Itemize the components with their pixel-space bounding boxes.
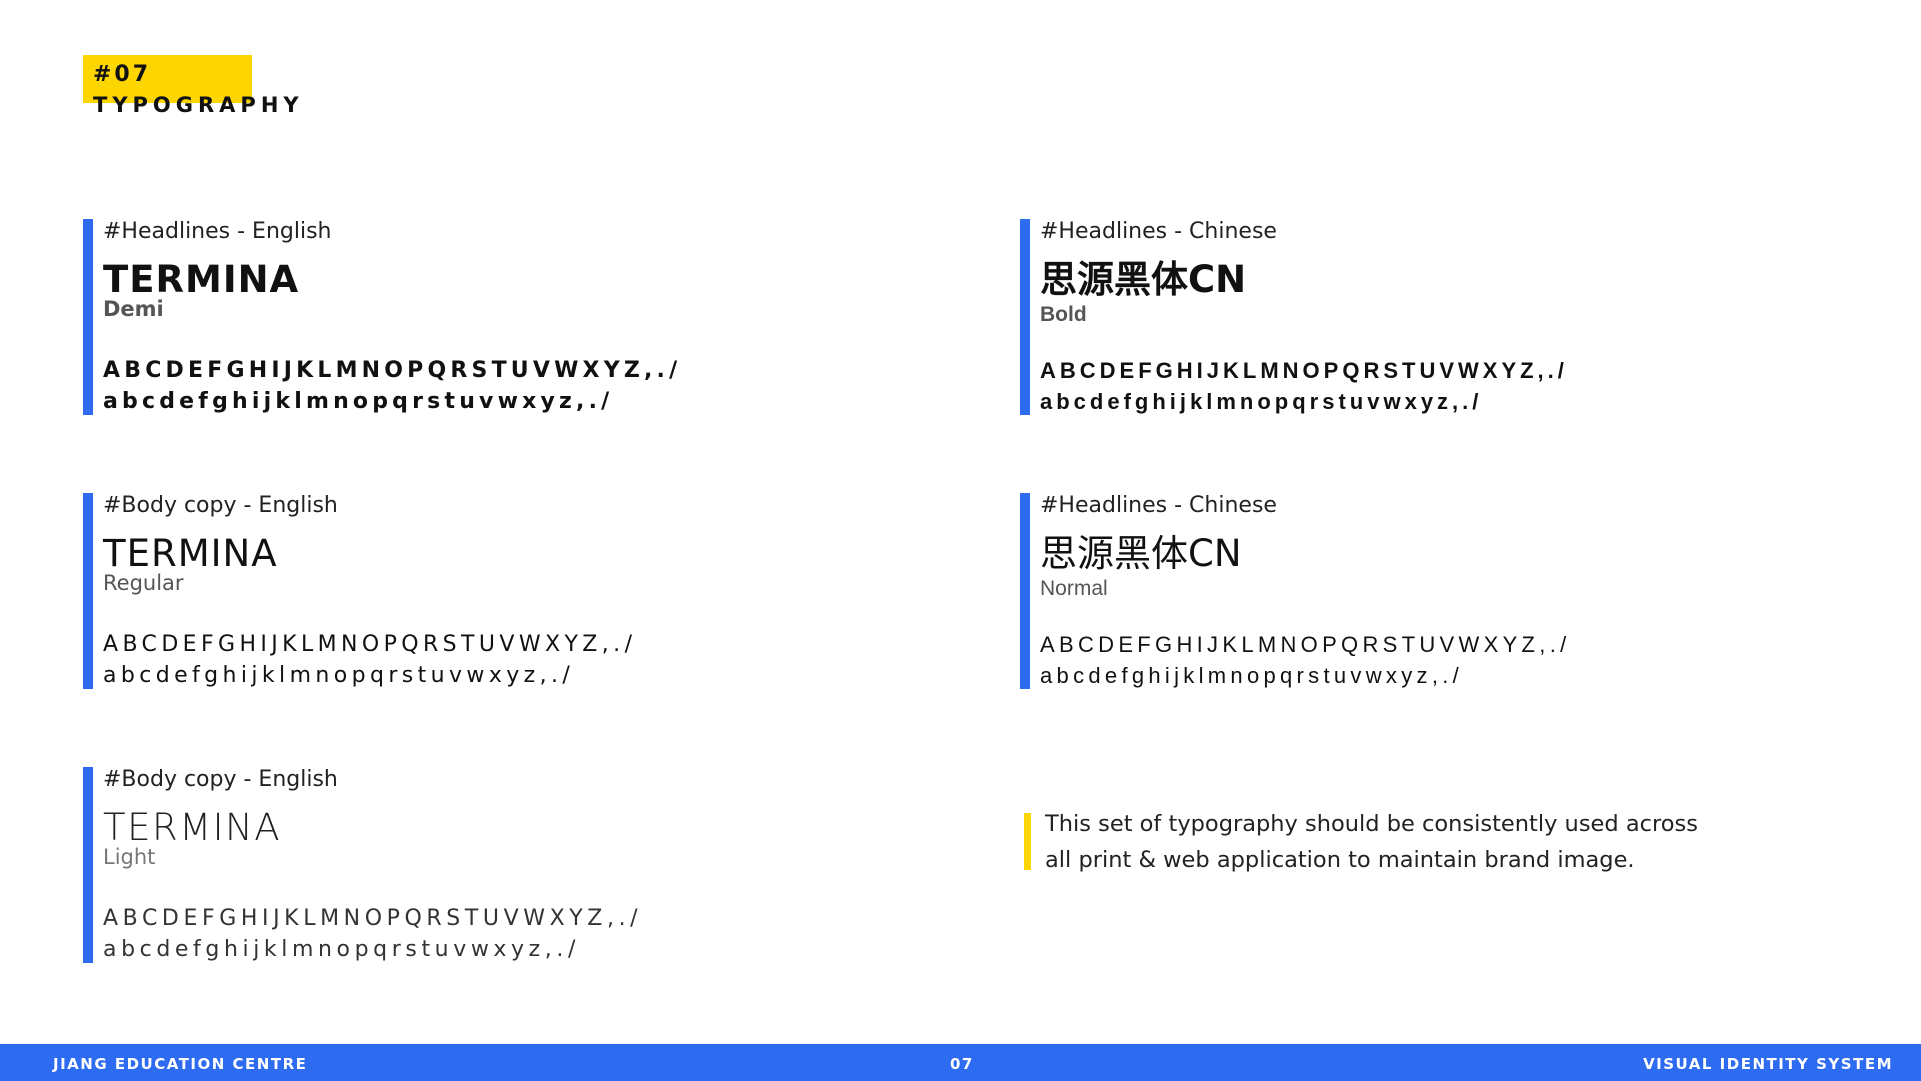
font-name: TERMINA bbox=[103, 258, 300, 301]
font-usage-label: #Headlines - Chinese bbox=[1040, 493, 1277, 518]
font-name: 思源黑体CN bbox=[1040, 258, 1247, 301]
font-usage-label: #Headlines - English bbox=[103, 219, 332, 244]
uppercase-sample: ABCDEFGHIJKLMNOPQRSTUVWXYZ,./ bbox=[103, 358, 682, 383]
lowercase-sample: abcdefghijklmnopqrstuvwxyz,./ bbox=[1040, 389, 1483, 414]
font-name: 思源黑体CN bbox=[1040, 532, 1242, 575]
lowercase-sample: abcdefghijklmnopqrstuvwxyz,./ bbox=[1040, 663, 1464, 688]
section-number: #07 bbox=[93, 62, 152, 87]
note-accent-bar bbox=[1024, 813, 1031, 870]
font-weight-label: Regular bbox=[103, 571, 184, 595]
lowercase-sample: abcdefghijklmnopqrstuvwxyz,./ bbox=[103, 937, 581, 962]
uppercase-sample: ABCDEFGHIJKLMNOPQRSTUVWXYZ,./ bbox=[103, 906, 643, 931]
uppercase-sample: ABCDEFGHIJKLMNOPQRSTUVWXYZ,./ bbox=[1040, 632, 1571, 657]
lowercase-sample: abcdefghijklmnopqrstuvwxyz,./ bbox=[103, 389, 614, 414]
accent-bar bbox=[1020, 493, 1030, 689]
font-name: TERMINA bbox=[103, 806, 282, 849]
font-usage-label: #Headlines - Chinese bbox=[1040, 219, 1277, 244]
uppercase-sample: ABCDEFGHIJKLMNOPQRSTUVWXYZ,./ bbox=[103, 632, 637, 657]
font-usage-label: #Body copy - English bbox=[103, 493, 338, 518]
section-title: TYPOGRAPHY bbox=[93, 93, 304, 117]
lowercase-sample: abcdefghijklmnopqrstuvwxyz,./ bbox=[103, 663, 575, 688]
font-weight-label: Normal bbox=[1040, 577, 1108, 600]
font-block-headlines-chinese-normal: #Headlines - Chinese 思源黑体CN Normal ABCDE… bbox=[1020, 493, 1900, 689]
font-block-headlines-chinese-bold: #Headlines - Chinese 思源黑体CN Bold ABCDEFG… bbox=[1020, 219, 1900, 415]
font-weight-label: Light bbox=[103, 845, 156, 869]
footer-bar: JIANG EDUCATION CENTRE 07 VISUAL IDENTIT… bbox=[0, 1044, 1921, 1081]
font-name: TERMINA bbox=[103, 532, 278, 575]
font-block-headlines-english: #Headlines - English TERMINA Demi ABCDEF… bbox=[83, 219, 963, 415]
footer-page-number: 07 bbox=[950, 1055, 974, 1073]
font-weight-label: Bold bbox=[1040, 303, 1087, 326]
usage-note-line: This set of typography should be consist… bbox=[1045, 811, 1698, 837]
font-block-body-english-light: #Body copy - English TERMINA Light ABCDE… bbox=[83, 767, 963, 963]
footer-document-title: VISUAL IDENTITY SYSTEM bbox=[1643, 1055, 1893, 1073]
usage-note-line: all print & web application to maintain … bbox=[1045, 847, 1635, 873]
accent-bar bbox=[83, 493, 93, 689]
font-block-body-english-regular: #Body copy - English TERMINA Regular ABC… bbox=[83, 493, 963, 689]
accent-bar bbox=[83, 767, 93, 963]
font-weight-label: Demi bbox=[103, 297, 164, 321]
uppercase-sample: ABCDEFGHIJKLMNOPQRSTUVWXYZ,./ bbox=[1040, 358, 1568, 383]
footer-organization: JIANG EDUCATION CENTRE bbox=[53, 1055, 308, 1073]
accent-bar bbox=[1020, 219, 1030, 415]
usage-note: This set of typography should be consist… bbox=[1045, 806, 1845, 878]
accent-bar bbox=[83, 219, 93, 415]
font-usage-label: #Body copy - English bbox=[103, 767, 338, 792]
